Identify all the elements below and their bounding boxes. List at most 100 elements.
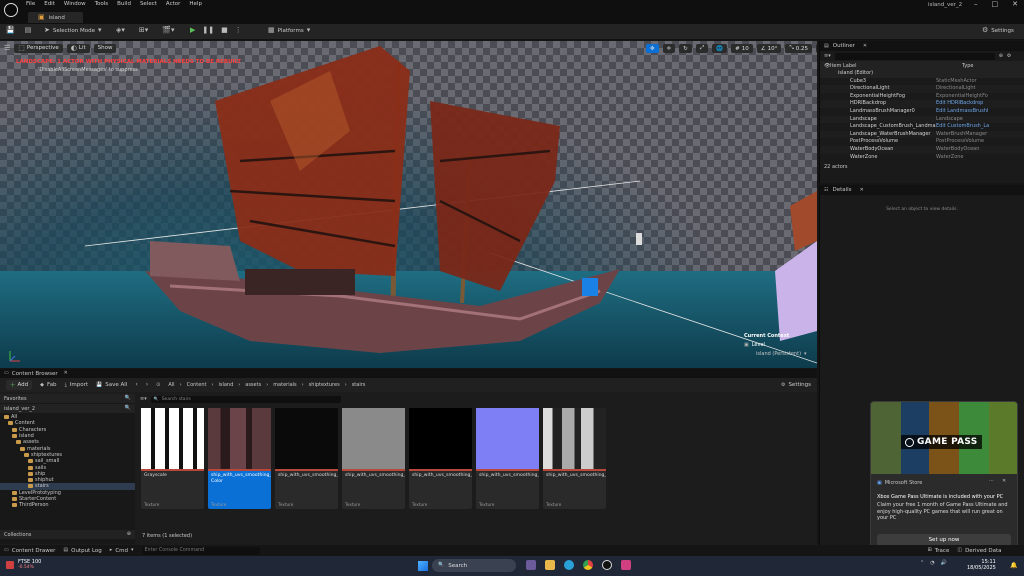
wifi-icon[interactable]: ◔ — [930, 561, 934, 566]
derived-data-button[interactable]: ◫ Derived Data — [957, 548, 1001, 554]
asset-tile[interactable]: Grayscale Texture — [141, 408, 204, 509]
stock-widget[interactable]: FTSE 100 -0.54% — [6, 559, 41, 570]
world-space-icon[interactable]: 🌐 — [712, 44, 728, 53]
breadcrumb-item[interactable]: shiptextures — [309, 382, 340, 388]
breadcrumb-item[interactable]: All — [168, 382, 174, 388]
item-label-header[interactable]: Item Label — [830, 63, 962, 69]
actor-type[interactable]: Edit HDRIBackdrop — [936, 100, 992, 108]
actor-type[interactable]: Edit CustomBrush_La — [936, 123, 992, 131]
file-explorer-icon[interactable] — [545, 560, 555, 570]
more-options-icon[interactable]: ⋯ — [989, 479, 994, 484]
close-icon[interactable]: ✕ — [64, 371, 68, 376]
browse-icon[interactable]: ▤ — [25, 27, 32, 34]
outliner-search-input[interactable] — [834, 52, 995, 60]
outliner-row[interactable]: ExponentialHeightFog ExponentialHeightFo — [820, 93, 1024, 101]
close-icon[interactable]: ✕ — [1002, 479, 1006, 484]
play-icon[interactable]: ▶ — [190, 27, 195, 34]
volume-icon[interactable]: 🔊 — [941, 561, 947, 566]
minimize-icon[interactable]: – — [974, 0, 978, 8]
menu-select[interactable]: Select — [140, 1, 157, 7]
outliner-root[interactable]: island (Editor) — [820, 70, 1024, 78]
fab-button[interactable]: ◆ Fab — [40, 382, 56, 388]
import-button[interactable]: ⤓ Import — [65, 382, 88, 388]
content-drawer-button[interactable]: ▭ Content Drawer — [4, 548, 55, 554]
maximize-icon[interactable]: □ — [992, 0, 999, 8]
edge-icon[interactable] — [564, 560, 574, 570]
filter-icon[interactable]: ≡▾ — [140, 396, 147, 402]
breadcrumb-item[interactable]: island — [218, 382, 233, 388]
visibility-icon[interactable]: 👁 — [820, 63, 830, 69]
blueprint-icon[interactable]: ⊞▾ — [139, 27, 148, 34]
perspective-button[interactable]: ⬚ Perspective — [14, 43, 63, 53]
select-tool-icon[interactable]: ✥ — [646, 44, 659, 53]
close-icon[interactable]: ✕ — [863, 43, 867, 49]
save-all-button[interactable]: 💾 Save All — [96, 382, 127, 388]
favorites-header[interactable]: Favorites 🔍 — [0, 394, 135, 403]
more-options-icon[interactable]: ⋮ — [235, 27, 242, 34]
asset-tile[interactable]: ship_with_uvs_smoothing_groups_boat_stai… — [342, 408, 405, 509]
search-icon[interactable]: 🔍 — [125, 396, 131, 401]
outliner-row[interactable]: Cube3 StaticMeshActor — [820, 78, 1024, 86]
scale-tool-icon[interactable]: ⤢ — [695, 44, 709, 53]
clock[interactable]: 15:11 18/05/2025 — [967, 559, 996, 571]
gear-icon[interactable]: ⚙ — [1007, 53, 1011, 59]
add-button[interactable]: ＋ Add — [6, 380, 33, 390]
asset-tile[interactable]: ship_with_uvs_smoothing_groups_boat_stai… — [275, 408, 338, 509]
rotate-tool-icon[interactable]: ↻ — [679, 44, 692, 53]
outliner-row[interactable]: DirectionalLight DirectionalLight — [820, 85, 1024, 93]
save-icon[interactable]: 💾 — [6, 27, 15, 34]
outliner-row[interactable]: Landscape_CustomBrush_Landmass_CEdit Cus… — [820, 123, 1024, 131]
menu-tools[interactable]: Tools — [95, 1, 109, 7]
windows-start-icon[interactable] — [418, 561, 428, 571]
trace-button[interactable]: ⊞ Trace — [928, 548, 950, 554]
asset-tile[interactable]: ship_with_uvs_smoothing_groups_boat_stai… — [208, 408, 271, 509]
back-icon[interactable]: ‹ — [135, 382, 137, 388]
tab-details[interactable]: Details — [832, 187, 851, 193]
type-header[interactable]: Type — [962, 63, 973, 69]
level-viewport[interactable]: ☰ ⬚ Perspective ◐ Lit Show ✥ ✛ ↻ ⤢ 🌐 #10… — [0, 41, 817, 368]
history-icon[interactable]: ⊙ — [156, 382, 160, 388]
paint-icon[interactable] — [621, 560, 631, 570]
angle-snap-button[interactable]: ∠ 10° — [756, 44, 782, 53]
grid-snap-button[interactable]: #10 — [731, 44, 753, 53]
scale-snap-button[interactable]: ⤡ 0.25 — [785, 44, 813, 53]
platforms-button[interactable]: ▦ Platforms ▾ — [268, 27, 310, 34]
cinematics-icon[interactable]: 🎬▾ — [162, 27, 174, 34]
asset-search-input[interactable]: 🔍 Search stairs — [150, 395, 341, 403]
menu-actor[interactable]: Actor — [166, 1, 180, 7]
menu-edit[interactable]: Edit — [44, 1, 55, 7]
show-button[interactable]: Show — [93, 43, 117, 53]
project-header[interactable]: island_ver_2 🔍 — [0, 404, 135, 413]
tab-content-browser[interactable]: Content Browser — [12, 371, 58, 377]
add-icon[interactable]: ⊕ — [999, 53, 1003, 59]
outliner-row[interactable]: WaterBodyOcean WaterBodyOcean — [820, 145, 1024, 154]
actor-type[interactable]: Edit LandmassBrushI — [936, 108, 992, 116]
close-icon[interactable]: ✕ — [1012, 0, 1018, 8]
close-icon[interactable]: ✕ — [860, 187, 864, 193]
lit-button[interactable]: ◐ Lit — [66, 43, 90, 53]
stop-icon[interactable]: ■ — [221, 27, 228, 34]
chevron-up-icon[interactable]: ⌃ — [920, 561, 924, 566]
outliner-row[interactable]: PostProcessVolume PostProcessVolume — [820, 138, 1024, 146]
collections-header[interactable]: Collections ⊕ — [0, 530, 135, 539]
breadcrumb-item[interactable]: materials — [273, 382, 296, 388]
notifications-icon[interactable]: 🔔 — [1010, 562, 1017, 569]
camera-speed-button[interactable]: 🎥1 — [816, 44, 817, 53]
outliner-row[interactable]: Landscape_WaterBrushManager WaterBrushMan… — [820, 130, 1024, 139]
breadcrumb-item[interactable]: Content — [187, 382, 207, 388]
content-settings-button[interactable]: ⚙ Settings — [781, 382, 811, 388]
tab-project[interactable]: ▣ island — [28, 12, 83, 23]
pause-icon[interactable]: ❚❚ — [202, 27, 214, 34]
menu-build[interactable]: Build — [117, 1, 131, 7]
output-log-button[interactable]: ▤ Output Log — [63, 548, 101, 554]
selection-mode-button[interactable]: ➤ Selection Mode ▾ — [44, 27, 101, 34]
cmd-dropdown[interactable]: ▸ Cmd ▾ — [110, 548, 134, 554]
outliner-row[interactable]: Landscape Landscape — [820, 115, 1024, 124]
unreal-taskbar-icon[interactable] — [602, 560, 612, 570]
breadcrumb-item[interactable]: assets — [245, 382, 261, 388]
add-icon[interactable]: ⊕ — [127, 532, 131, 537]
move-tool-icon[interactable]: ✛ — [662, 44, 676, 53]
folder-tree-item[interactable]: ThirdPerson — [0, 502, 135, 508]
console-input[interactable]: Enter Console Command — [141, 546, 260, 555]
add-content-icon[interactable]: ◈▾ — [116, 27, 125, 34]
